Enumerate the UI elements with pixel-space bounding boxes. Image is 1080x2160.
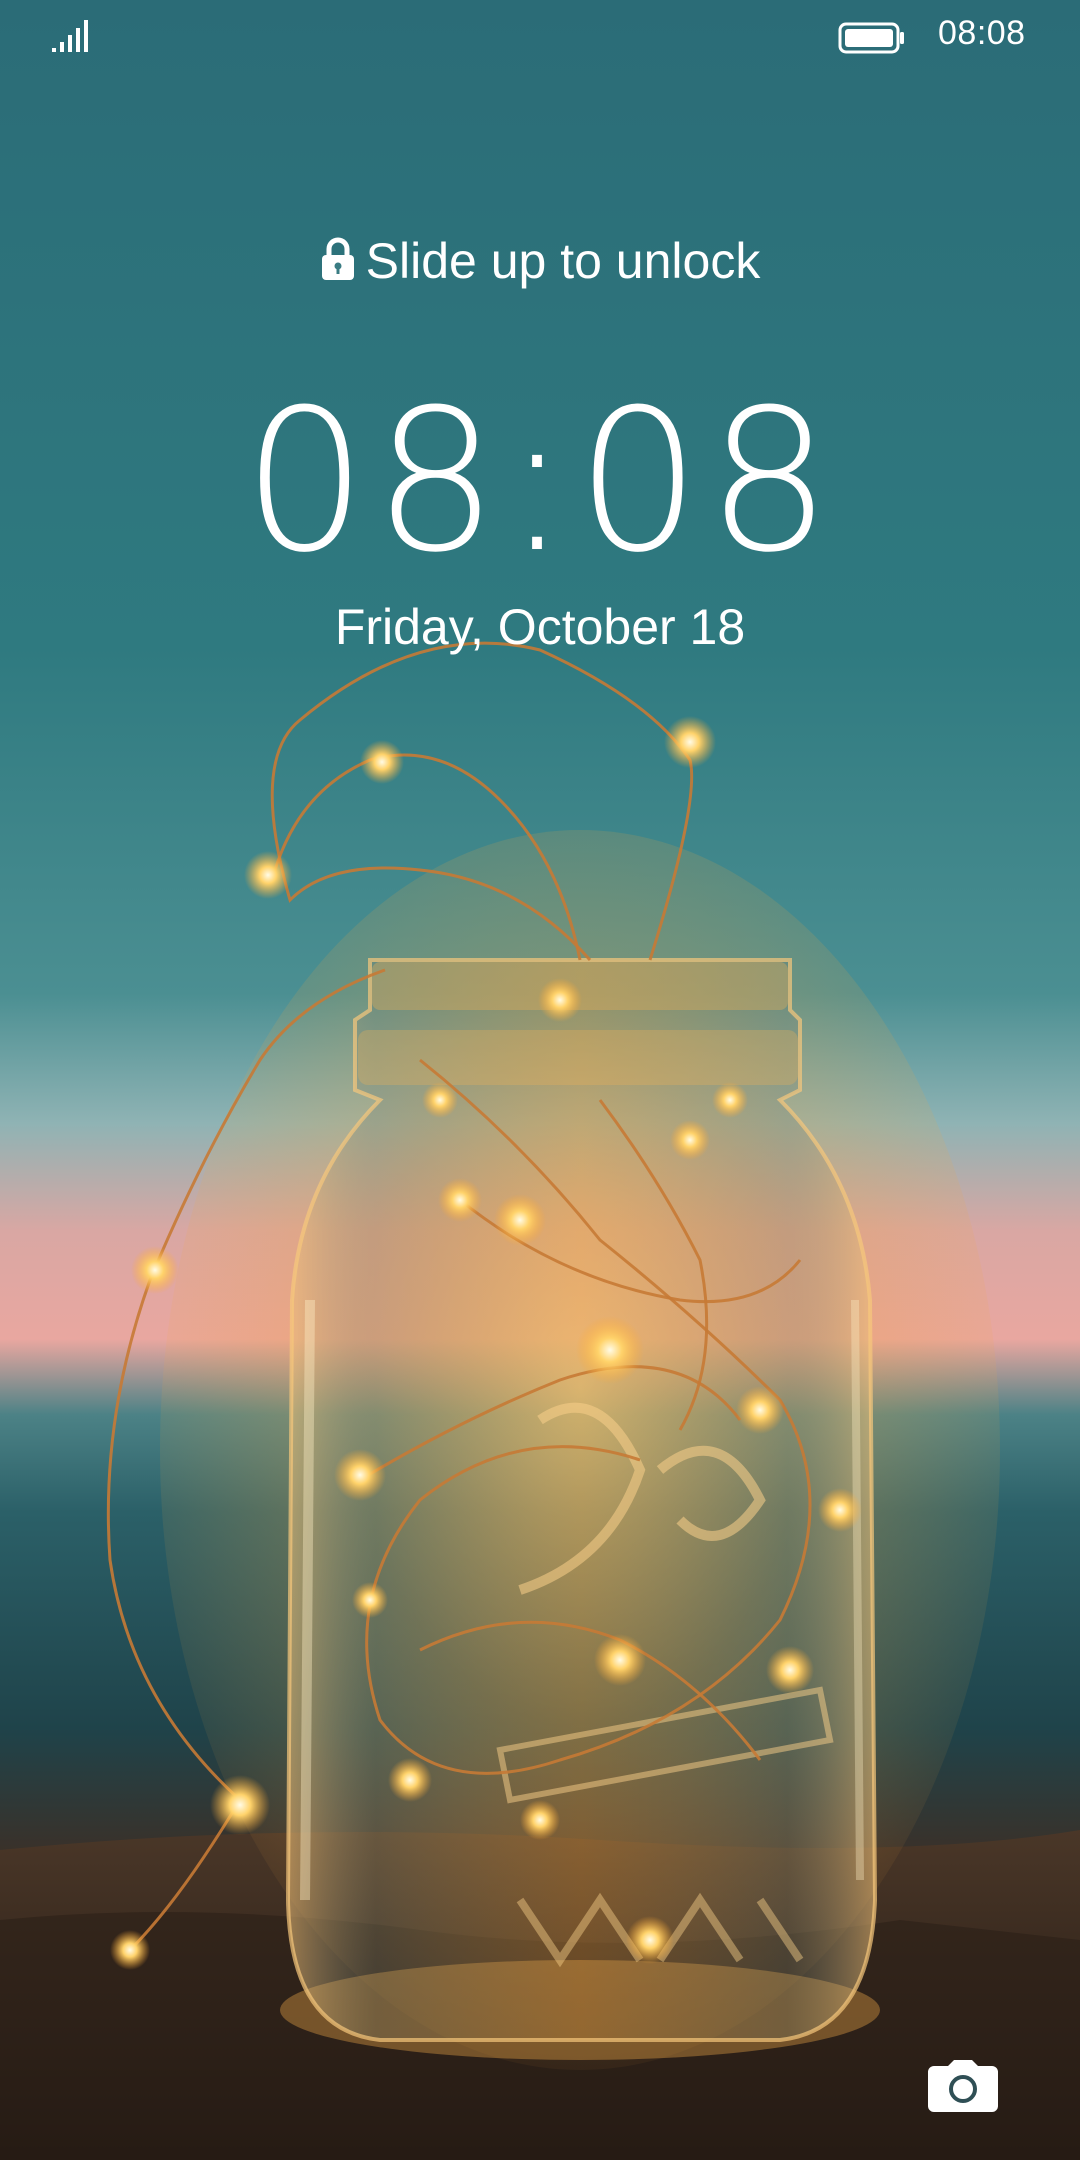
lock-screen[interactable]: 08:08 Slide up to unlock 08:08 Friday, O… (0, 0, 1080, 2160)
lock-icon (321, 237, 354, 280)
unlock-hint-text: Slide up to unlock (365, 233, 761, 289)
status-time: 08:08 (938, 14, 1026, 52)
status-bar: 08:08 (0, 0, 1080, 72)
lock-clock: 08:08 (242, 368, 838, 596)
lock-date: Friday, October 18 (334, 599, 746, 655)
wallpaper-image (0, 0, 1080, 2160)
signal-bars-icon (52, 20, 88, 52)
unlock-hint: Slide up to unlock (0, 232, 1080, 290)
camera-icon[interactable] (926, 2058, 1000, 2114)
battery-full-icon (838, 22, 904, 54)
